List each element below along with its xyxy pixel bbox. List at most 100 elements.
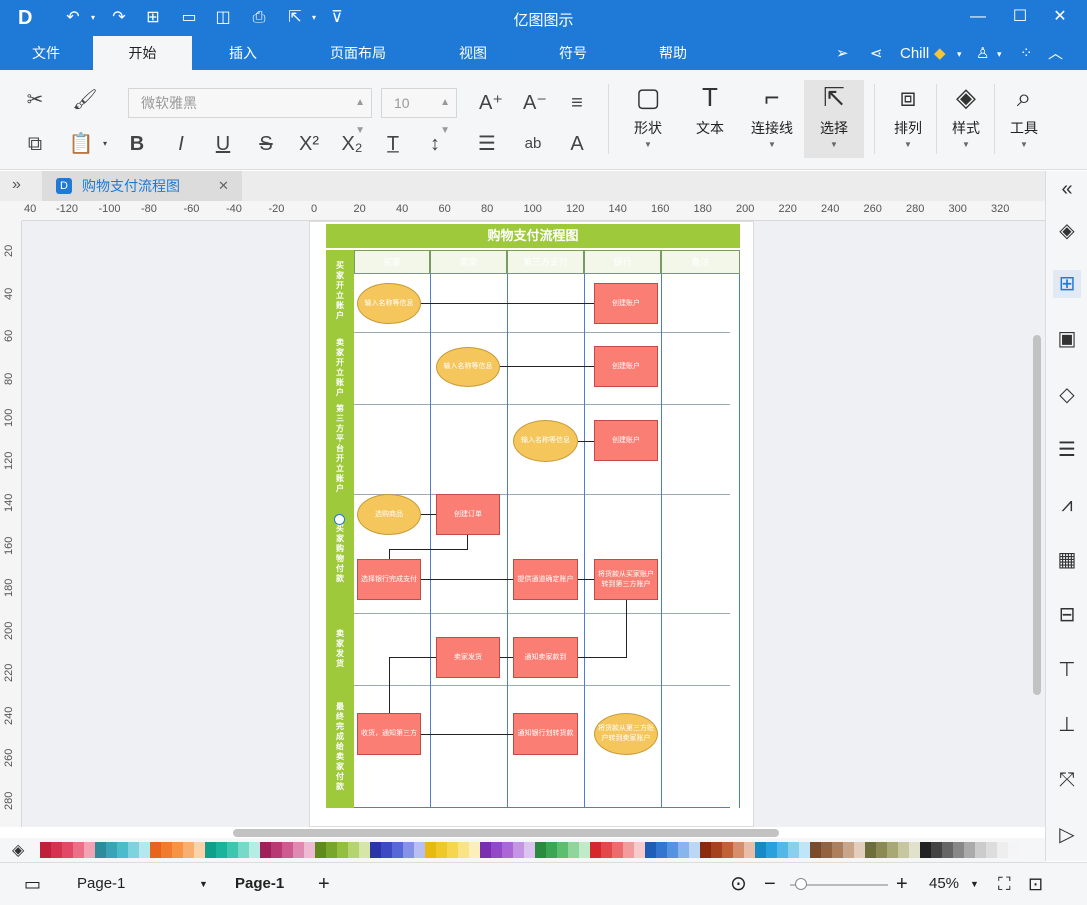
process-rect[interactable]: 通知卖家款到 (513, 637, 578, 678)
color-swatch[interactable] (370, 842, 381, 858)
color-swatch[interactable] (678, 842, 689, 858)
paste-icon[interactable]: 📋 (68, 131, 94, 157)
process-oval[interactable]: 输入名称等信息 (357, 283, 421, 324)
lane-label[interactable]: 买家购物付款 (326, 494, 354, 613)
text-highlight-icon[interactable]: ab (520, 131, 546, 157)
color-swatch[interactable] (777, 842, 788, 858)
color-swatch[interactable] (326, 842, 337, 858)
connector-arrow[interactable] (389, 549, 468, 550)
color-swatch[interactable] (348, 842, 359, 858)
play-icon[interactable]: ⊙ (730, 874, 747, 894)
color-swatch[interactable] (128, 842, 139, 858)
lane-label[interactable]: 卖家开立账户 (326, 332, 354, 404)
line-spacing-icon[interactable]: ↕ (422, 131, 448, 157)
bold-icon[interactable]: B (124, 131, 150, 157)
collapse-ribbon-icon[interactable]: ︿ (1048, 42, 1063, 66)
menu-symbol[interactable]: 符号 (538, 36, 608, 70)
process-rect[interactable]: 创建订单 (436, 494, 500, 535)
fill-bucket-icon[interactable]: ◈ (12, 840, 24, 860)
color-swatch[interactable] (480, 842, 491, 858)
process-rect[interactable]: 将货款从买家账户转到第三方账户 (594, 559, 658, 600)
color-swatch[interactable] (975, 842, 986, 858)
document-tab[interactable]: D 购物支付流程图 ✕ (42, 171, 242, 201)
menu-home[interactable]: 开始 (93, 36, 192, 70)
color-swatch[interactable] (634, 842, 645, 858)
color-swatch[interactable] (337, 842, 348, 858)
close-tab-icon[interactable]: ✕ (218, 171, 229, 201)
lane-label[interactable]: 卖家发货 (326, 613, 354, 685)
color-swatch[interactable] (150, 842, 161, 858)
connector-arrow[interactable] (389, 657, 436, 658)
process-rect[interactable]: 创建账户 (594, 283, 658, 324)
color-swatch[interactable] (205, 842, 216, 858)
color-swatch[interactable] (821, 842, 832, 858)
connector-arrow[interactable] (389, 657, 390, 713)
color-swatch[interactable] (997, 842, 1008, 858)
chevron-down-icon[interactable]: ▼ (199, 875, 208, 893)
color-swatch[interactable] (436, 842, 447, 858)
color-swatch[interactable] (216, 842, 227, 858)
color-swatch[interactable] (315, 842, 326, 858)
color-swatch[interactable] (854, 842, 865, 858)
vertical-scrollbar[interactable] (1033, 335, 1041, 695)
diagram-title[interactable]: 购物支付流程图 (326, 224, 740, 248)
minimize-icon[interactable]: — (966, 6, 990, 28)
color-swatch[interactable] (920, 842, 931, 858)
connector-arrow[interactable] (578, 579, 594, 580)
subscript-icon[interactable]: X₂ (339, 131, 365, 157)
color-swatch[interactable] (513, 842, 524, 858)
column-header-buyer[interactable]: 买家 (354, 250, 430, 274)
table-icon[interactable]: ▦ (1053, 546, 1081, 574)
color-swatch[interactable] (1008, 842, 1019, 858)
color-swatch[interactable] (722, 842, 733, 858)
horizontal-scrollbar[interactable] (233, 829, 779, 837)
color-swatch[interactable] (139, 842, 150, 858)
color-swatch[interactable] (381, 842, 392, 858)
column-header-notes[interactable]: 备注 (661, 250, 740, 274)
color-swatch[interactable] (909, 842, 920, 858)
column-header-bank[interactable]: 银行 (584, 250, 661, 274)
color-swatch[interactable] (458, 842, 469, 858)
column-header-third-party[interactable]: 第三方支付 (507, 250, 584, 274)
connector-arrow[interactable] (389, 549, 390, 559)
color-swatch[interactable] (40, 842, 51, 858)
color-swatch[interactable] (623, 842, 634, 858)
menu-insert[interactable]: 插入 (206, 36, 280, 70)
connector-arrow[interactable] (421, 734, 513, 735)
color-swatch[interactable] (304, 842, 315, 858)
color-swatch[interactable] (788, 842, 799, 858)
color-swatch[interactable] (744, 842, 755, 858)
cut-icon[interactable]: ✂ (22, 87, 48, 113)
style-button[interactable]: ◈ 样式 ▼ (936, 80, 996, 158)
process-rect[interactable]: 创建账户 (594, 420, 658, 461)
increase-font-icon[interactable]: A⁺ (478, 90, 504, 116)
color-swatch[interactable] (194, 842, 205, 858)
color-swatch[interactable] (876, 842, 887, 858)
color-swatch[interactable] (293, 842, 304, 858)
color-swatch[interactable] (931, 842, 942, 858)
color-swatch[interactable] (62, 842, 73, 858)
color-swatch[interactable] (227, 842, 238, 858)
color-swatch[interactable] (73, 842, 84, 858)
zoom-out-icon[interactable]: − (764, 874, 776, 894)
connector-button[interactable]: ⌐ 连接线 ▼ (742, 80, 802, 158)
font-color-icon[interactable]: A (564, 131, 590, 157)
connector-arrow[interactable] (421, 514, 436, 515)
color-swatch[interactable] (425, 842, 436, 858)
page-panel-icon[interactable]: ▭ (24, 875, 41, 893)
image-icon[interactable]: ▣ (1053, 325, 1081, 353)
color-swatch[interactable] (645, 842, 656, 858)
process-oval[interactable]: 选购商品 (357, 494, 421, 535)
color-swatch[interactable] (546, 842, 557, 858)
expand-library-icon[interactable]: » (12, 176, 21, 194)
zoom-in-icon[interactable]: + (896, 874, 908, 894)
send-icon[interactable]: ➢ (836, 42, 849, 66)
lane-label[interactable]: 最终完成给卖家付款 (326, 685, 354, 808)
shape-library-icon[interactable]: ⊞ (1053, 270, 1081, 298)
theme-shirt-icon[interactable]: ♙ (976, 42, 989, 66)
color-swatch[interactable] (942, 842, 953, 858)
swimlane-diagram[interactable]: 购物支付流程图 买家 卖家 第三方支付 银行 备注 买家开立账户 卖家开立账户 … (326, 224, 740, 808)
connector-arrow[interactable] (500, 657, 513, 658)
color-swatch[interactable] (447, 842, 458, 858)
color-swatch[interactable] (414, 842, 425, 858)
